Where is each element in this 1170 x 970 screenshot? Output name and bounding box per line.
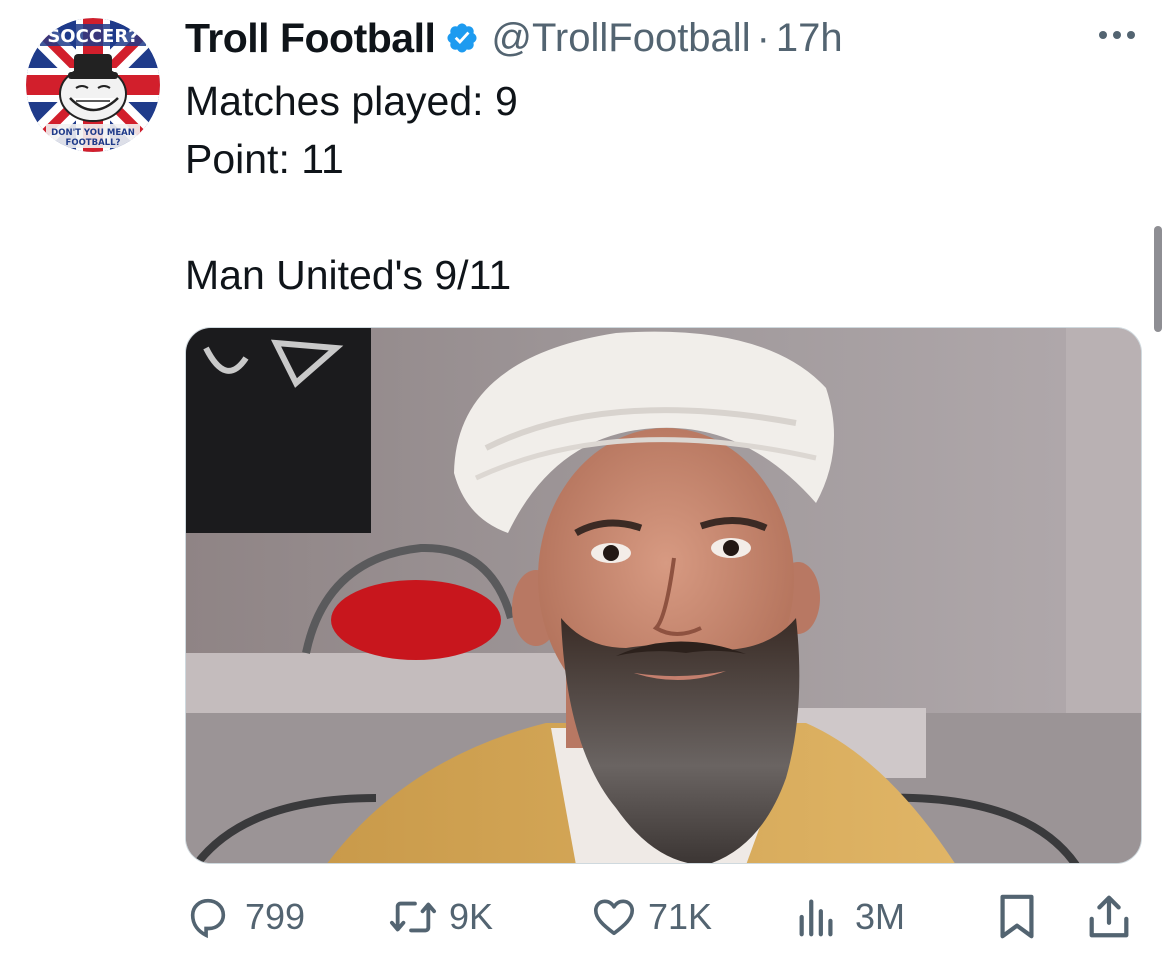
views-button[interactable]: 3M bbox=[795, 886, 905, 948]
tweet-timestamp[interactable]: 17h bbox=[776, 16, 843, 61]
author-display-name[interactable]: Troll Football bbox=[185, 15, 436, 62]
tweet-text-line: Matches played: 9 bbox=[185, 78, 518, 124]
tweet-media-photo[interactable] bbox=[185, 327, 1142, 864]
tweet-text-line: Man United's 9/11 bbox=[185, 252, 512, 298]
scrollbar-thumb[interactable] bbox=[1154, 226, 1162, 332]
svg-text:SOCCER?: SOCCER? bbox=[47, 26, 138, 47]
retweet-icon bbox=[385, 894, 441, 940]
tweet-action-bar: 799 9K 71K 3M bbox=[185, 886, 1140, 948]
reply-count: 799 bbox=[245, 896, 306, 937]
svg-text:DON'T YOU MEAN: DON'T YOU MEAN bbox=[51, 128, 135, 138]
reply-button[interactable]: 799 bbox=[185, 886, 305, 948]
tweet-text-line: Point: 11 bbox=[185, 136, 344, 182]
header-separator: · bbox=[756, 15, 770, 60]
share-button[interactable] bbox=[1085, 886, 1133, 948]
author-avatar[interactable]: SOCCER? DON'T YOU MEAN FOOTBALL? bbox=[26, 18, 160, 152]
author-handle[interactable]: @TrollFootball bbox=[491, 16, 750, 61]
views-count: 3M bbox=[855, 896, 906, 937]
verified-badge-icon[interactable] bbox=[445, 21, 479, 55]
tweet-header: Troll Football @TrollFootball · 17h bbox=[185, 12, 843, 64]
bookmark-icon bbox=[995, 892, 1039, 942]
retweet-button[interactable]: 9K bbox=[385, 886, 493, 948]
tweet-text: Matches played: 9 Point: 11 Man United's… bbox=[185, 72, 518, 304]
heart-icon bbox=[590, 894, 638, 940]
like-button[interactable]: 71K bbox=[590, 886, 712, 948]
svg-text:FOOTBALL?: FOOTBALL? bbox=[66, 138, 121, 148]
tweet: SOCCER? DON'T YOU MEAN FOOTBALL? Troll F… bbox=[0, 0, 1170, 970]
like-count: 71K bbox=[648, 896, 713, 937]
bookmark-button[interactable] bbox=[995, 886, 1039, 948]
share-icon bbox=[1085, 892, 1133, 942]
views-icon bbox=[795, 894, 839, 940]
reply-icon bbox=[185, 894, 231, 940]
more-horizontal-icon[interactable] bbox=[1096, 20, 1138, 50]
retweet-count: 9K bbox=[449, 896, 494, 937]
